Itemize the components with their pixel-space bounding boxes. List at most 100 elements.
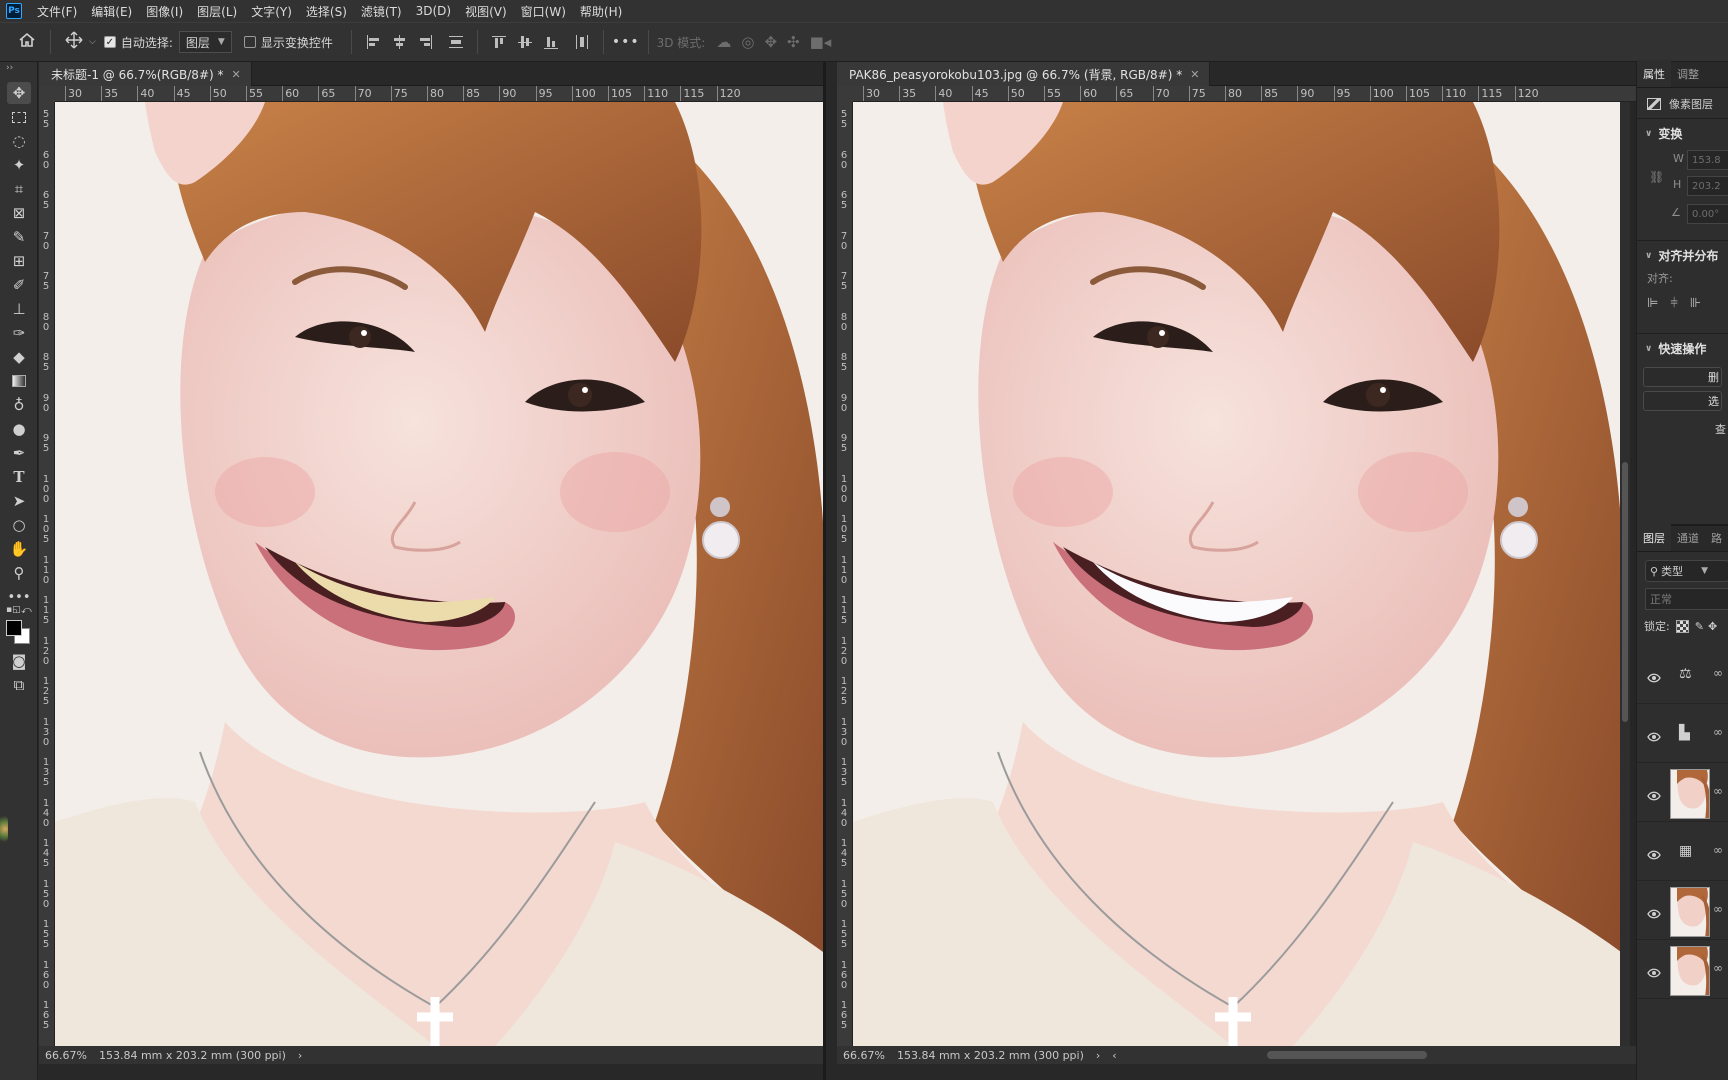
- lock-transparent-icon[interactable]: [1675, 619, 1689, 633]
- link-icon[interactable]: ∞: [1713, 961, 1723, 975]
- align-vcenter-icon[interactable]: [517, 34, 533, 50]
- lock-paint-icon[interactable]: ✎: [1695, 620, 1704, 633]
- tab-layers[interactable]: 图层: [1637, 524, 1671, 551]
- canvas-2[interactable]: [853, 102, 1620, 1046]
- photo-thumb[interactable]: [1670, 946, 1710, 996]
- height-input[interactable]: 203.2: [1687, 176, 1728, 196]
- chevron-left-icon[interactable]: ‹: [1112, 1049, 1116, 1062]
- distribute-horizontal-icon[interactable]: [574, 34, 590, 50]
- eyedropper-tool[interactable]: ✎: [7, 226, 31, 248]
- link-icon[interactable]: ∞: [1713, 666, 1723, 680]
- quick-action-select-button[interactable]: 选: [1643, 391, 1722, 411]
- brush-tool[interactable]: ✐: [7, 274, 31, 296]
- chevron-right-icon[interactable]: ›: [1096, 1049, 1100, 1062]
- balance-icon[interactable]: ⚖: [1679, 666, 1692, 682]
- doc-tab-1[interactable]: 未标题-1 @ 66.7%(RGB/8#) * ✕: [39, 62, 252, 86]
- quick-action-link[interactable]: 查: [1637, 415, 1728, 437]
- close-tab-icon[interactable]: ✕: [232, 68, 241, 81]
- link-icon[interactable]: ∞: [1713, 902, 1723, 916]
- layer-row[interactable]: ∞: [1637, 764, 1728, 822]
- film-icon[interactable]: ▦: [1679, 843, 1692, 859]
- scrollbar-thumb[interactable]: [1622, 462, 1628, 722]
- ellipse-tool[interactable]: ○: [7, 514, 31, 536]
- more-options-icon[interactable]: •••: [612, 34, 640, 50]
- screen-mode-icon[interactable]: ⧉: [7, 674, 31, 696]
- lasso-tool[interactable]: ◌: [7, 130, 31, 152]
- transform-section-header[interactable]: ∨ 变换: [1637, 119, 1728, 148]
- menu-image[interactable]: 图像(I): [139, 3, 190, 20]
- collapse-icon[interactable]: ››: [6, 63, 13, 73]
- horizontal-scrollbar-thumb[interactable]: [1267, 1051, 1427, 1059]
- 3d-pan-icon[interactable]: ✥: [764, 33, 777, 51]
- visibility-eye-icon[interactable]: [1647, 845, 1661, 860]
- tab-adjustments[interactable]: 调整: [1671, 66, 1705, 87]
- align-hcenter-icon[interactable]: ⫩: [1670, 296, 1677, 311]
- menu-3d[interactable]: 3D(D): [409, 4, 458, 18]
- home-icon[interactable]: [18, 32, 36, 52]
- layer-row[interactable]: ∞: [1637, 941, 1728, 999]
- visibility-eye-icon[interactable]: [1647, 727, 1661, 742]
- clone-stamp-tool[interactable]: ⊥: [7, 298, 31, 320]
- doc-tab-2[interactable]: PAK86_peasyorokobu103.jpg @ 66.7% (背景, R…: [837, 62, 1211, 86]
- visibility-eye-icon[interactable]: [1647, 668, 1661, 683]
- align-section-header[interactable]: ∨ 对齐并分布: [1637, 241, 1728, 270]
- menu-edit[interactable]: 编辑(E): [84, 3, 139, 20]
- quick-mask-icon[interactable]: ◙: [7, 650, 31, 672]
- auto-select-target-dropdown[interactable]: 图层 ▼: [178, 31, 232, 53]
- canvas-1[interactable]: [55, 102, 823, 1046]
- lock-position-icon[interactable]: ✥: [1708, 620, 1717, 633]
- dodge-tool[interactable]: ●: [7, 418, 31, 440]
- visibility-eye-icon[interactable]: [1647, 904, 1661, 919]
- path-selection-tool[interactable]: ➤: [7, 490, 31, 512]
- ps-logo-icon[interactable]: Ps: [6, 3, 22, 19]
- healing-brush-tool[interactable]: ⊞: [7, 250, 31, 272]
- levels-icon[interactable]: ▙: [1679, 725, 1690, 741]
- show-transform-checkbox[interactable]: [243, 36, 256, 48]
- align-right-icon[interactable]: [417, 34, 433, 50]
- quick-action-remove-button[interactable]: 删: [1643, 367, 1722, 387]
- gradient-tool[interactable]: [7, 370, 31, 392]
- default-colors-icon[interactable]: ▪◱: [6, 605, 21, 615]
- link-icon[interactable]: ∞: [1713, 784, 1723, 798]
- 3d-slide-icon[interactable]: ✣: [787, 33, 800, 51]
- layer-row[interactable]: ▦ ∞: [1637, 823, 1728, 881]
- zoom-tool[interactable]: ⚲: [7, 562, 31, 584]
- auto-select-checkbox[interactable]: ✓: [103, 36, 116, 48]
- align-left-icon[interactable]: [365, 34, 381, 50]
- link-icon[interactable]: ∞: [1713, 843, 1723, 857]
- swap-colors-icon[interactable]: ⤺: [21, 605, 32, 616]
- frame-tool[interactable]: ⊠: [7, 202, 31, 224]
- menu-help[interactable]: 帮助(H): [573, 3, 629, 20]
- align-left-icon[interactable]: ⊫: [1647, 296, 1658, 311]
- menu-window[interactable]: 窗口(W): [514, 3, 573, 20]
- photo-thumb[interactable]: [1670, 769, 1710, 819]
- move-tool-icon[interactable]: [65, 31, 83, 53]
- 3d-scale-icon[interactable]: ■◂: [810, 33, 832, 51]
- 3d-roll-icon[interactable]: ◎: [741, 33, 754, 51]
- crop-tool[interactable]: ⌗: [7, 178, 31, 200]
- link-proportions-icon[interactable]: ⛓: [1649, 170, 1664, 184]
- marquee-tool[interactable]: [7, 106, 31, 128]
- tab-properties[interactable]: 属性: [1637, 60, 1671, 87]
- pane-divider[interactable]: [823, 62, 826, 1080]
- chevron-down-icon[interactable]: ⌵: [89, 37, 96, 47]
- pen-tool[interactable]: ✒: [7, 442, 31, 464]
- menu-select[interactable]: 选择(S): [299, 3, 354, 20]
- menu-file[interactable]: 文件(F): [30, 3, 84, 20]
- history-brush-tool[interactable]: ✑: [7, 322, 31, 344]
- layer-filter-dropdown[interactable]: ⚲ 类型 ▼: [1645, 560, 1728, 582]
- visibility-eye-icon[interactable]: [1647, 963, 1661, 978]
- hand-tool[interactable]: ✋: [7, 538, 31, 560]
- visibility-eye-icon[interactable]: [1647, 786, 1661, 801]
- tab-paths[interactable]: 路: [1705, 530, 1728, 551]
- menu-layer[interactable]: 图层(L): [190, 3, 244, 20]
- eraser-tool[interactable]: ◆: [7, 346, 31, 368]
- menu-filter[interactable]: 滤镜(T): [354, 3, 409, 20]
- close-tab-icon[interactable]: ✕: [1190, 68, 1199, 81]
- move-tool[interactable]: ✥: [7, 82, 31, 104]
- menu-view[interactable]: 视图(V): [458, 3, 514, 20]
- layer-row[interactable]: ⚖ ∞: [1637, 646, 1728, 704]
- photo-thumb[interactable]: [1670, 887, 1710, 937]
- align-top-icon[interactable]: [491, 34, 507, 50]
- blur-tool[interactable]: ♁: [7, 394, 31, 416]
